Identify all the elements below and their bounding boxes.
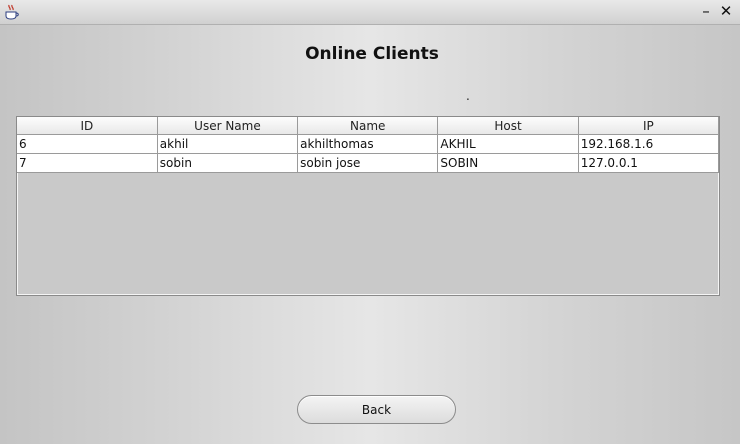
minimize-button[interactable]: –: [697, 2, 715, 20]
table-row[interactable]: 6 akhil akhilthomas AKHIL 192.168.1.6: [17, 134, 720, 154]
clients-table[interactable]: ID User Name Name Host IP 6 akhil akhilt…: [16, 116, 720, 296]
status-label: .: [466, 89, 470, 103]
cell-id[interactable]: 6: [17, 134, 158, 154]
column-header-ip[interactable]: IP: [578, 117, 720, 135]
page-title: Online Clients: [305, 44, 439, 64]
table-row[interactable]: 7 sobin sobin jose SOBIN 127.0.0.1: [17, 153, 720, 173]
column-header-name[interactable]: Name: [297, 117, 439, 135]
column-header-id[interactable]: ID: [17, 117, 158, 135]
cell-user-name[interactable]: akhil: [157, 134, 299, 154]
table-header-row: ID User Name Name Host IP: [17, 117, 720, 135]
column-header-user-name[interactable]: User Name: [157, 117, 299, 135]
cell-ip[interactable]: 127.0.0.1: [578, 153, 720, 173]
cell-user-name[interactable]: sobin: [157, 153, 299, 173]
cell-host[interactable]: SOBIN: [437, 153, 579, 173]
cell-id[interactable]: 7: [17, 153, 158, 173]
back-button[interactable]: Back: [297, 395, 456, 424]
close-button[interactable]: ✕: [717, 2, 735, 20]
cell-host[interactable]: AKHIL: [437, 134, 579, 154]
cell-ip[interactable]: 192.168.1.6: [578, 134, 720, 154]
column-header-host[interactable]: Host: [437, 117, 579, 135]
cell-name[interactable]: sobin jose: [297, 153, 439, 173]
title-bar: – ✕: [0, 0, 740, 25]
cell-name[interactable]: akhilthomas: [297, 134, 439, 154]
java-coffee-cup-icon: [5, 4, 19, 20]
